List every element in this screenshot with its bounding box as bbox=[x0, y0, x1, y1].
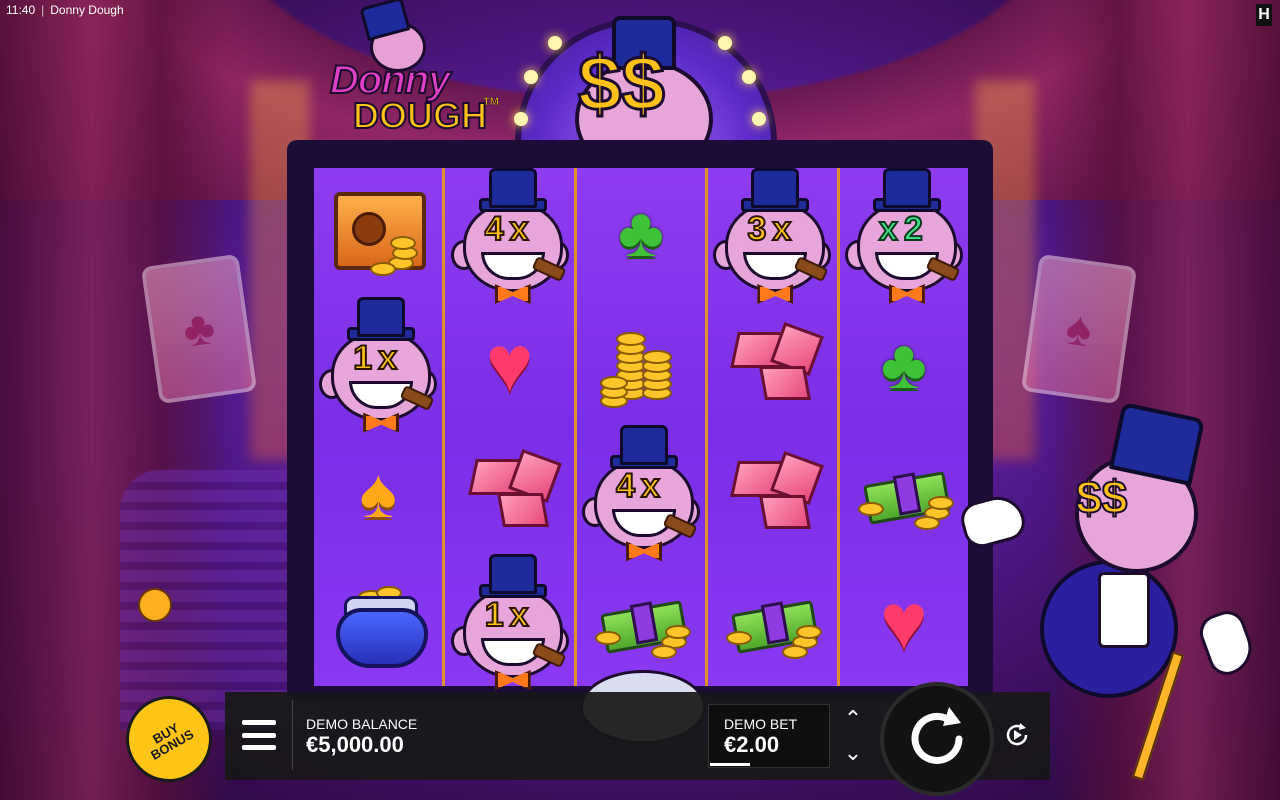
bet-level-bar bbox=[710, 763, 750, 766]
spin-arrow-icon bbox=[911, 707, 963, 764]
spin-button[interactable] bbox=[880, 682, 994, 796]
donny-multiplier-symbol: x2 bbox=[843, 168, 965, 304]
reel-cell bbox=[708, 300, 836, 429]
cash-symbol-icon bbox=[854, 458, 954, 530]
gems-symbol-icon bbox=[724, 451, 825, 533]
reel-cell: 1x bbox=[445, 554, 573, 690]
top-hat-icon bbox=[620, 425, 669, 466]
logo-title-line2: DOUGH bbox=[352, 94, 488, 137]
marquee-bulb bbox=[742, 70, 756, 84]
bet-label: DEMO BET bbox=[724, 716, 798, 732]
reel-cell: 3x bbox=[708, 168, 836, 304]
mascot-dollar-eyes: $$ bbox=[1075, 470, 1128, 524]
reel-column: 3x bbox=[708, 168, 840, 686]
reel-cell: ♣ bbox=[577, 168, 705, 297]
reel-cell: ♥ bbox=[840, 557, 968, 686]
hamburger-icon bbox=[242, 745, 276, 750]
autoplay-icon bbox=[1006, 723, 1028, 746]
clock: 11:40 bbox=[6, 3, 36, 17]
top-hat-icon bbox=[751, 168, 800, 208]
reel-cell: ♥ bbox=[445, 300, 573, 427]
decor-figure bbox=[138, 588, 172, 622]
game-logo: Donny DOUGH TM bbox=[325, 0, 505, 140]
marquee-bulb bbox=[514, 112, 528, 126]
club-symbol-icon: ♣ bbox=[880, 325, 927, 404]
donny-multiplier-symbol: 4x bbox=[449, 168, 571, 304]
menu-button[interactable] bbox=[242, 720, 276, 750]
top-hat-icon bbox=[882, 168, 931, 208]
cash-symbol-icon bbox=[722, 587, 823, 659]
autoplay-button[interactable] bbox=[1000, 718, 1034, 752]
balance-label: DEMO BALANCE bbox=[306, 716, 418, 732]
safe-symbol-icon bbox=[330, 186, 427, 278]
status-bar: 11:40 | Donny Dough bbox=[0, 0, 124, 20]
reel-cell bbox=[708, 557, 836, 686]
reel-cell bbox=[708, 429, 836, 558]
reel-column: ♣ 4x bbox=[576, 168, 709, 686]
hamburger-icon bbox=[242, 732, 276, 738]
reel-cell bbox=[577, 557, 705, 686]
bet-decrease-button[interactable]: ⌄ bbox=[844, 742, 862, 764]
reel-cell bbox=[445, 427, 573, 554]
heart-symbol-icon: ♥ bbox=[485, 318, 534, 408]
cash-symbol-icon bbox=[591, 587, 692, 659]
marquee-bulb bbox=[524, 70, 538, 84]
donny-multiplier-symbol: 1x bbox=[317, 296, 439, 433]
bet-stepper: ⌃ ⌄ bbox=[838, 708, 868, 764]
reel-grid: 1x ♠ 4x ♥ 1x ♣ 4x 3x x2 ♣ ♥ bbox=[314, 168, 969, 690]
donny-multiplier-symbol: 3x bbox=[711, 168, 833, 304]
donny-multiplier-symbol: 1x bbox=[449, 554, 571, 690]
balance-value: €5,000.00 bbox=[306, 732, 404, 757]
spade-symbol-icon: ♠ bbox=[359, 454, 397, 532]
purse-symbol-icon bbox=[328, 582, 429, 668]
reel-cell bbox=[577, 297, 705, 426]
marquee-bulb bbox=[548, 36, 562, 50]
multiplier-value: 4x bbox=[615, 466, 666, 506]
decor-card-spade: ♠ bbox=[1020, 253, 1138, 405]
reel-cell: ♣ bbox=[840, 300, 968, 429]
reel-cell bbox=[314, 557, 442, 686]
gems-symbol-icon bbox=[724, 322, 825, 404]
status-separator: | bbox=[41, 3, 45, 17]
reel-cell bbox=[840, 429, 968, 558]
multiplier-value: 3x bbox=[747, 209, 798, 249]
multiplier-value: 1x bbox=[484, 595, 535, 635]
reel-column: x2 ♣ ♥ bbox=[839, 168, 969, 686]
reel-cell: 1x bbox=[314, 296, 442, 433]
decor-card-club: ♣ bbox=[140, 253, 258, 405]
multiplier-value: x2 bbox=[878, 209, 929, 249]
reel-cell: ♠ bbox=[314, 429, 442, 558]
donny-multiplier-symbol: 4x bbox=[580, 425, 702, 562]
top-hat-icon bbox=[488, 168, 537, 208]
marquee-bulb bbox=[718, 36, 732, 50]
multiplier-value: 1x bbox=[352, 338, 404, 378]
marquee-dollar-eyes: $$ bbox=[577, 38, 667, 129]
gems-symbol-icon bbox=[462, 448, 562, 531]
top-hat-icon bbox=[357, 296, 406, 337]
provider-logo-icon: H bbox=[1256, 4, 1272, 26]
coin-stack-symbol-icon bbox=[596, 316, 686, 408]
reel-cell: 4x bbox=[577, 425, 705, 562]
bet-increase-button[interactable]: ⌃ bbox=[844, 708, 862, 730]
marquee-bulb bbox=[752, 112, 766, 126]
club-symbol-icon: ♣ bbox=[618, 193, 664, 272]
mascot-shirt bbox=[1098, 572, 1150, 648]
reel-cell: 4x bbox=[445, 168, 573, 304]
logo-trademark: TM bbox=[483, 96, 499, 109]
bet-value: €2.00 bbox=[724, 732, 780, 757]
reel-cell bbox=[314, 168, 442, 297]
heart-symbol-icon: ♥ bbox=[880, 576, 928, 666]
top-hat-icon bbox=[488, 554, 537, 594]
reel-column: 4x ♥ 1x bbox=[445, 168, 577, 690]
panel-divider bbox=[292, 700, 293, 770]
hamburger-icon bbox=[242, 720, 276, 725]
multiplier-value: 4x bbox=[484, 209, 535, 249]
reel-cell: x2 bbox=[840, 168, 968, 304]
app-title: Donny Dough bbox=[50, 3, 124, 17]
reel-column: 1x ♠ bbox=[314, 168, 446, 686]
